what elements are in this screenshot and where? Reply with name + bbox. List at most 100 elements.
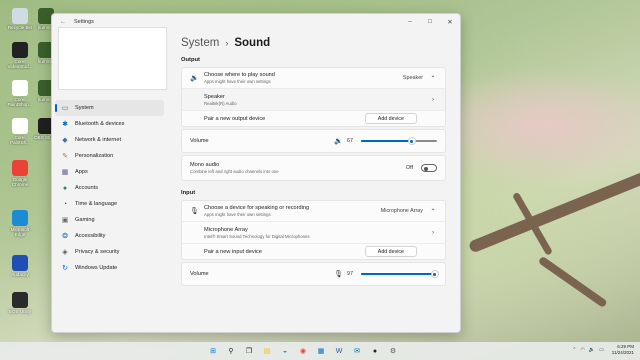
word-icon[interactable]: W (333, 345, 345, 357)
page-title: Sound (234, 37, 271, 49)
sidebar-item-accessibility[interactable]: ❂ Accessibility (55, 228, 164, 244)
obs-icon[interactable]: ● (369, 345, 381, 357)
desktop-icon[interactable]: Google Chrome (6, 160, 34, 187)
sidebar-item-label: Apps (75, 169, 88, 175)
input-volume-thumb[interactable] (430, 270, 439, 278)
wifi-icon[interactable]: ◠ (580, 347, 584, 353)
output-volume-thumb[interactable] (407, 137, 416, 145)
chevron-up-icon[interactable]: ⌃ (429, 208, 437, 215)
search-icon[interactable]: ⚲ (225, 345, 237, 357)
desktop-icon[interactable]: Audacity (6, 255, 34, 277)
sidebar-item-personalization[interactable]: ✎ Personalization (55, 148, 164, 164)
chrome-icon (12, 160, 28, 176)
edge-icon[interactable]: ◒ (279, 345, 291, 357)
pair-input-row: Pair a new input device Add device (182, 243, 445, 259)
sidebar-item-windows-update[interactable]: ↻ Windows Update (55, 260, 164, 276)
mono-audio-row: Mono audio Combine left and right audio … (182, 156, 445, 180)
store-icon[interactable]: ▦ (315, 345, 327, 357)
profile-card[interactable] (58, 27, 167, 90)
branch-decoration (467, 171, 640, 254)
desktop-icon[interactable]: Recycle Bin (6, 8, 34, 30)
sidebar-item-system[interactable]: ▭ System (55, 100, 164, 116)
sidebar-item-label: System (75, 105, 94, 111)
desktop-icon-label: EOS Utility (8, 309, 32, 314)
input-choose-subtitle: Apps might have their own settings (204, 212, 271, 217)
branch-decoration (537, 255, 608, 309)
sidebar-nav: ▭ System ✱ Bluetooth & devices ◆ Network & in… (55, 100, 164, 276)
output-device-selector[interactable]: 🔉 Choose where to play sound Apps might … (182, 68, 445, 88)
chrome-icon[interactable]: ◉ (297, 345, 309, 357)
add-input-device-button[interactable]: Add device (364, 246, 417, 257)
speaker-icon: 🔉 (190, 75, 199, 82)
mail-icon[interactable]: ✉ (351, 345, 363, 357)
sidebar-item-accounts[interactable]: ● Accounts (55, 180, 164, 196)
close-icon[interactable]: ✕ (440, 18, 460, 26)
task-view-icon[interactable]: ❐ (243, 345, 255, 357)
mono-audio-toggle[interactable] (421, 164, 437, 172)
sidebar-item-label: Accessibility (75, 233, 106, 239)
mic-volume-icon[interactable]: 🎙 (334, 270, 343, 278)
breadcrumb-separator: › (225, 38, 229, 48)
sidebar-item-privacy-security[interactable]: ◈ Privacy & security (55, 244, 164, 260)
sidebar-item-label: Personalization (75, 153, 114, 159)
taskbar-apps: ⊞ ⚲ ❐ ▤ ◒ ◉ ▦ W ✉ ● ⚙ (207, 345, 405, 357)
input-volume-value: 97 (347, 271, 353, 277)
system-tray: ⌃ ◠ 🔉 ▭ 6:29 PM 11/24/2021 (568, 344, 634, 356)
desktop-icon-label: Corel VideoStud... (7, 59, 33, 69)
desktop-icon[interactable]: Microsoft Edge (6, 210, 34, 237)
sidebar-item-label: Windows Update (75, 265, 118, 271)
output-device-speaker[interactable]: Speaker Realtek(R) Audio › (182, 88, 445, 110)
breadcrumb-parent[interactable]: System (181, 37, 219, 49)
minimize-icon[interactable]: – (400, 18, 420, 26)
controller-icon: ▣ (61, 217, 69, 224)
speaker-volume-icon[interactable]: 🔉 (334, 137, 343, 145)
sidebar-item-bluetooth-devices[interactable]: ✱ Bluetooth & devices (55, 116, 164, 132)
desktop-icon[interactable]: EOS Utility (6, 292, 34, 314)
desktop-icon[interactable]: Corel PaintShop... (6, 80, 34, 107)
input-volume-slider[interactable] (361, 270, 439, 278)
chevron-up-icon[interactable]: ⌃ (429, 75, 437, 82)
input-device-microphone[interactable]: Microphone Array Intel® Smart Sound Tech… (182, 221, 445, 243)
desktop-icon[interactable]: Corel VideoStud... (6, 42, 34, 69)
tray-chevron-icon[interactable]: ⌃ (572, 347, 576, 353)
update-icon: ↻ (62, 265, 68, 272)
chevron-right-icon[interactable]: › (429, 97, 437, 103)
clock[interactable]: 6:29 PM 11/24/2021 (612, 344, 634, 356)
mono-audio-card: Mono audio Combine left and right audio … (181, 155, 446, 181)
desktop-icon-label: Audacity (11, 272, 29, 277)
input-device-selector[interactable]: 🎙 Choose a device for speaking or record… (182, 201, 445, 221)
shield-icon: ◈ (62, 249, 68, 256)
maximize-icon[interactable]: □ (420, 18, 440, 26)
battery-icon[interactable]: ▭ (599, 347, 604, 353)
output-volume-slider[interactable] (361, 137, 437, 145)
output-choose-subtitle: Apps might have their own settings (204, 79, 271, 84)
windows-start-icon[interactable]: ⊞ (207, 345, 219, 357)
sidebar-item-apps[interactable]: ▦ Apps (55, 164, 164, 180)
input-section-label: Input (181, 190, 196, 196)
settings-window: ← Settings – □ ✕ ▭ System ✱ Bluetooth & dev… (51, 13, 461, 333)
file-explorer-icon[interactable]: ▤ (261, 345, 273, 357)
output-volume-card: Volume 🔉 67 (181, 129, 446, 153)
window-title: Settings (74, 19, 94, 25)
corel-paintshop-icon (12, 80, 28, 96)
output-selected-device: Speaker (402, 75, 423, 81)
output-volume-row: Volume 🔉 67 (182, 130, 445, 152)
sidebar-item-label: Network & internet (75, 137, 122, 143)
mono-audio-title: Mono audio (190, 162, 220, 168)
desktop-icon-label: Corel PaintSh... (10, 135, 30, 145)
pair-output-row: Pair a new output device Add device (182, 110, 445, 126)
settings-gear-icon[interactable]: ⚙ (387, 345, 399, 357)
desktop-icon[interactable]: Corel PaintSh... (6, 118, 34, 145)
input-card: 🎙 Choose a device for speaking or record… (181, 200, 446, 260)
output-volume-value: 67 (347, 138, 353, 144)
chevron-right-icon[interactable]: › (429, 230, 437, 236)
back-arrow-icon[interactable]: ← (60, 19, 70, 25)
main-content: System › Sound Output 🔉 Choose where to pl… (181, 30, 446, 332)
volume-icon[interactable]: 🔉 (589, 347, 595, 353)
taskbar: ⊞ ⚲ ❐ ▤ ◒ ◉ ▦ W ✉ ● ⚙ ⌃ ◠ 🔉 ▭ 6:29 PM 11/24/2021 (0, 342, 640, 360)
sidebar-item-gaming[interactable]: ▣ Gaming (55, 212, 164, 228)
sidebar-item-network-internet[interactable]: ◆ Network & internet (55, 132, 164, 148)
sidebar-item-time-language[interactable]: ◔ Time & language (55, 196, 164, 212)
sidebar-item-label: Bluetooth & devices (75, 121, 125, 127)
add-output-device-button[interactable]: Add device (364, 113, 417, 124)
